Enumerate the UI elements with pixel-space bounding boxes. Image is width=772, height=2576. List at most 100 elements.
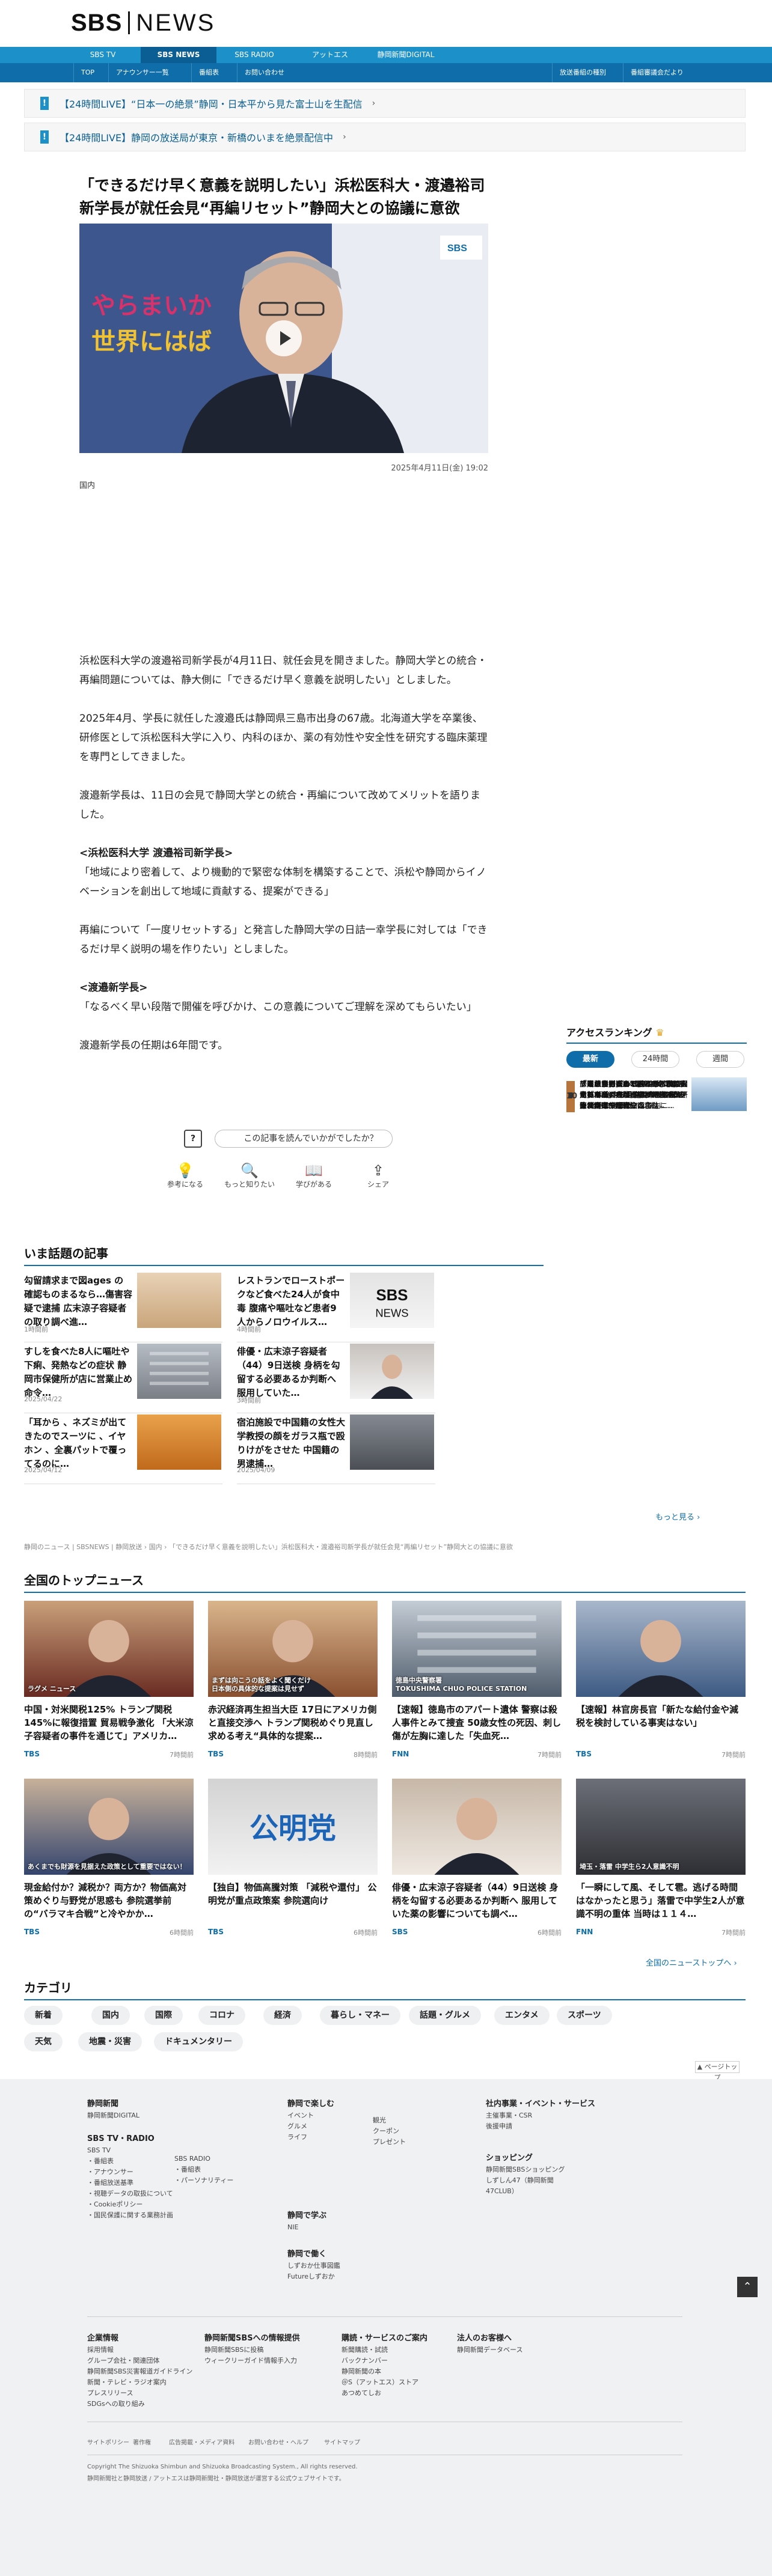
- live-alert-banner[interactable]: ! 【24時間LIVE】“日本一の絶景”静岡・日本平から見た富士山を生配信 ›: [24, 89, 746, 118]
- footer-link[interactable]: 主催事業・CSR: [486, 2110, 576, 2121]
- network-nav-item[interactable]: 静岡新聞DIGITAL: [368, 47, 444, 63]
- footer-link[interactable]: SBS TV: [87, 2145, 177, 2156]
- network-nav-item[interactable]: SBS NEWS: [141, 47, 216, 63]
- feedback-button-1[interactable]: 💡 参考になる: [155, 1162, 215, 1189]
- footer-link[interactable]: しずおか仕事図鑑: [287, 2261, 378, 2271]
- footer-link[interactable]: 静岡新聞SBSに投稿: [204, 2345, 325, 2355]
- scroll-top-button[interactable]: ⌃: [737, 2277, 758, 2297]
- feedback-button-2[interactable]: 🔍 もっと知りたい: [219, 1162, 280, 1189]
- footer-link[interactable]: ・パーソナリティー: [174, 2175, 265, 2186]
- footer-link[interactable]: ・番組表: [174, 2164, 265, 2175]
- footer-link[interactable]: グルメ: [287, 2121, 378, 2132]
- sbs-news-logo[interactable]: SBS NEWS: [71, 10, 215, 36]
- footer-link[interactable]: 静岡新聞データベース: [457, 2345, 577, 2355]
- footer-link[interactable]: 後援申請: [486, 2121, 576, 2132]
- ranking-more-link[interactable]: もっと見る ›: [655, 1511, 700, 1522]
- ranking-tab[interactable]: 24時間: [631, 1051, 679, 1068]
- play-button[interactable]: [266, 320, 302, 356]
- category-chip[interactable]: スポーツ: [557, 2006, 612, 2025]
- footer-link[interactable]: 新聞購読・試読: [342, 2345, 462, 2355]
- sub-nav-item[interactable]: アナウンサー一覧: [108, 63, 176, 82]
- topic-card[interactable]: 「耳から 、ネズミが出てきたのでスーツに 、イヤホン 、全裏パットで覆ってるのに…: [24, 1414, 222, 1484]
- category-chip[interactable]: コロナ: [198, 2006, 245, 2025]
- footer-link[interactable]: 静岡新聞SBSショッピング: [486, 2164, 576, 2175]
- sub-nav-item[interactable]: 放送番組の種別: [552, 63, 613, 82]
- topic-card[interactable]: すしを食べた8人に嘔吐や下痢、発熱などの症状 静岡市保健所が店に営業止め命令… 2…: [24, 1344, 222, 1413]
- footer-link[interactable]: NIE: [287, 2222, 378, 2233]
- category-chip[interactable]: 経済: [263, 2006, 302, 2025]
- footer-link[interactable]: ・Cookieポリシー: [87, 2199, 177, 2210]
- pagetop-button[interactable]: ▲ ページトップ: [695, 2061, 740, 2081]
- sub-nav-item[interactable]: お問い合わせ: [237, 63, 292, 82]
- footer-link[interactable]: SDGsへの取り組み: [87, 2399, 207, 2410]
- footer-link[interactable]: ・国民保護に関する業務計画: [87, 2210, 177, 2221]
- footer-link[interactable]: イベント: [287, 2110, 378, 2121]
- feedback-button-4[interactable]: ⇪ シェア: [348, 1162, 408, 1189]
- category-chip[interactable]: 国内: [91, 2006, 130, 2025]
- category-chip[interactable]: 国際: [144, 2006, 183, 2025]
- footer-link[interactable]: 採用情報: [87, 2345, 207, 2355]
- category-chip[interactable]: 暮らし・マネー: [320, 2006, 400, 2025]
- category-link[interactable]: 国内: [79, 479, 95, 490]
- footer-bottom-link[interactable]: サイトポリシー: [87, 2437, 129, 2446]
- network-nav-item[interactable]: SBS TV: [65, 47, 141, 63]
- footer-link[interactable]: プレスリリース: [87, 2388, 207, 2399]
- footer-link[interactable]: バックナンバー: [342, 2355, 462, 2366]
- footer-link[interactable]: 静岡新聞の本: [342, 2366, 462, 2377]
- footer-bottom-link[interactable]: 著作権: [133, 2437, 151, 2446]
- topnews-card[interactable]: 俳優・広末涼子容疑者（44）9日送検 身柄を勾留する必要あるか判断へ 服用してい…: [392, 1779, 562, 1959]
- footer-link[interactable]: ・番組表: [87, 2156, 177, 2167]
- footer-link[interactable]: ・番組放送基準: [87, 2178, 177, 2188]
- sub-nav-item[interactable]: 番組審議会だより: [623, 63, 691, 82]
- footer-link[interactable]: ウィークリーガイド情報手入力: [204, 2355, 325, 2366]
- category-chip[interactable]: 地震・災害: [78, 2032, 142, 2051]
- category-chip[interactable]: 話題・グルメ: [409, 2006, 481, 2025]
- footer-link[interactable]: あつめてしお: [342, 2388, 462, 2399]
- topic-card[interactable]: 宿泊施設で中国籍の女性大学教授の顔をガラス瓶で殴りけがをさせた 中国籍の男逮捕……: [237, 1414, 435, 1484]
- category-chip[interactable]: 新着: [24, 2006, 63, 2025]
- footer-link[interactable]: ・アナウンサー: [87, 2167, 177, 2178]
- category-chip[interactable]: エンタメ: [494, 2006, 550, 2025]
- topic-card[interactable]: 勾留請求まで図ages の確認ものまるなら…傷害容疑で逮捕 広末涼子容疑者の取り…: [24, 1273, 222, 1342]
- sub-nav-item[interactable]: TOP: [73, 63, 102, 82]
- footer-link[interactable]: ・視聴データの取扱について: [87, 2188, 177, 2199]
- footer-link[interactable]: グループ会社・関連団体: [87, 2355, 207, 2366]
- article-video[interactable]: SBS やらまいか 世界にはば: [79, 224, 488, 453]
- network-nav-item[interactable]: アットエス: [292, 47, 368, 63]
- footer-link[interactable]: しずしん47（静岡新聞47CLUB）: [486, 2175, 576, 2197]
- ranking-tab[interactable]: 最新: [566, 1051, 614, 1068]
- category-chip[interactable]: ドキュメンタリー: [154, 2032, 243, 2051]
- footer-bottom-link[interactable]: 広告掲載・メディア資料: [169, 2437, 234, 2446]
- sub-nav-item[interactable]: 番組表: [191, 63, 226, 82]
- live-alert-banner[interactable]: ! 【24時間LIVE】静岡の放送局が東京・新橋のいまを絶景配信中 ›: [24, 123, 746, 151]
- topic-title: 勾留請求まで図ages の確認ものまるなら…傷害容疑で逮捕 広末涼子容疑者の取り…: [24, 1275, 133, 1327]
- footer-link[interactable]: Futureしずおか: [287, 2271, 378, 2282]
- footer-link[interactable]: 静岡新聞DIGITAL: [87, 2110, 177, 2121]
- footer-link[interactable]: 静岡新聞SBS災害報道ガイドライン: [87, 2366, 207, 2377]
- footer-link[interactable]: クーポン: [373, 2126, 463, 2137]
- topnews-card[interactable]: 埼玉・落雷 中学生ら2人意識不明 「一瞬にして風、そして雹。逃げる時間はなかったと…: [576, 1779, 746, 1959]
- footer-heading: 企業情報: [87, 2334, 119, 2343]
- share-icon: ⇪: [372, 1162, 385, 1179]
- footer-link[interactable]: ライフ: [287, 2132, 378, 2143]
- topic-card[interactable]: 俳優・広末涼子容疑者（44）9日送検 身柄を勾留する必要あるか判断へ 服用してい…: [237, 1344, 435, 1413]
- ranking-tab[interactable]: 週間: [696, 1051, 744, 1068]
- category-chip[interactable]: 天気: [24, 2032, 63, 2051]
- topnews-card[interactable]: 公明党 【独自】物価高騰対策 「減税や還付」 公明党が重点政策案 参院選向け TBS…: [208, 1779, 378, 1959]
- footer-bottom-link[interactable]: お問い合わせ・ヘルプ: [248, 2437, 308, 2446]
- feedback-button-3[interactable]: 📖 学びがある: [284, 1162, 344, 1189]
- footer-link[interactable]: SBS RADIO: [174, 2154, 265, 2164]
- topnews-card[interactable]: まずは向こうの話をよく聞くだけ 日本側の具体的な提案は見せず 赤沢経済再生担当大臣…: [208, 1601, 378, 1781]
- topnews-card[interactable]: ラグメ ニュース 中国・対米関税125% トランプ関税145%に報復措置 貿易戦争…: [24, 1601, 194, 1781]
- topic-card[interactable]: レストランでローストポークなど食べた24人が食中毒 腹痛や嘔吐など患者9人からノ…: [237, 1273, 435, 1342]
- article-paragraph: 再編について「一度リセットする」と発言した静岡大学の日詰一幸学長に対しては「でき…: [79, 924, 488, 955]
- footer-link[interactable]: 観光: [373, 2115, 463, 2126]
- topnews-card[interactable]: 徳島中央警察署 TOKUSHIMA CHUO POLICE STATION 【速報…: [392, 1601, 562, 1781]
- footer-link[interactable]: ＠S（アットエス）ストア: [342, 2377, 462, 2388]
- network-nav-item[interactable]: SBS RADIO: [216, 47, 292, 63]
- footer-link[interactable]: 新聞・テレビ・ラジオ案内: [87, 2377, 207, 2388]
- topnews-card[interactable]: 【速報】林官房長官「新たな給付金や減税を検討している事実はない」 TBS 7時間前: [576, 1601, 746, 1781]
- topnews-card[interactable]: あくまでも財源を見据えた政策として重要ではない！ 現金給付か？減税か？両方か？物価…: [24, 1779, 194, 1959]
- footer-link[interactable]: プレゼント: [373, 2137, 463, 2148]
- footer-bottom-link[interactable]: サイトマップ: [324, 2437, 360, 2446]
